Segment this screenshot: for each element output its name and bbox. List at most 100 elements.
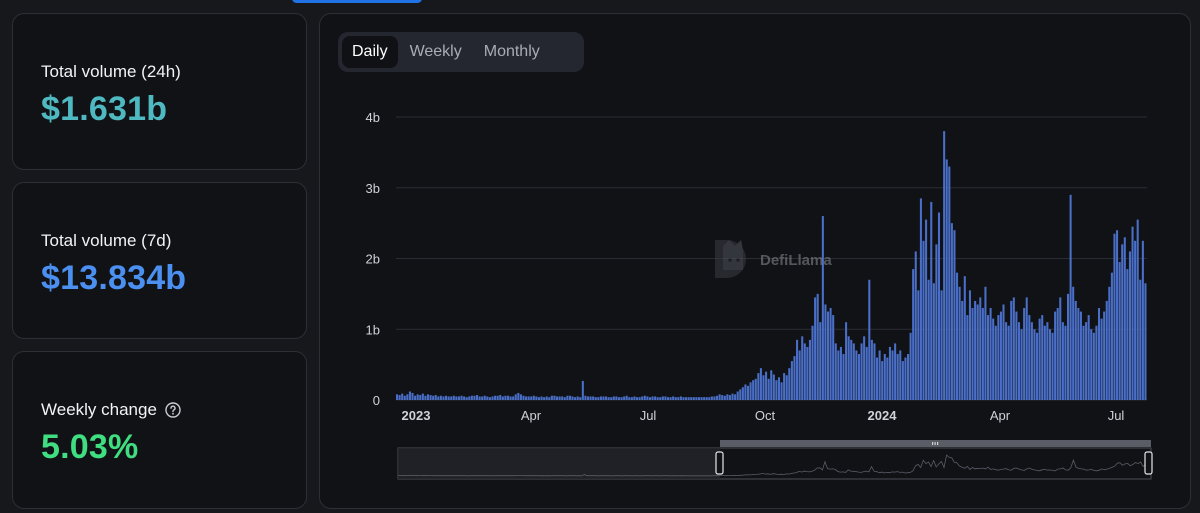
volume-bar <box>674 397 677 400</box>
volume-bar <box>424 395 427 400</box>
volume-bar <box>679 396 682 400</box>
volume-bar <box>517 392 520 400</box>
volume-bar <box>798 350 801 400</box>
volume-bar <box>1105 300 1108 400</box>
total-volume-7d-card: Total volume (7d) $13.834b <box>12 182 307 339</box>
volume-bar <box>527 396 530 400</box>
volume-bar <box>398 395 401 400</box>
volume-bar <box>881 361 884 400</box>
weekly-change-value: 5.03% <box>41 428 139 466</box>
volume-bar <box>695 397 698 400</box>
brush-unselected-area <box>398 448 720 479</box>
volume-bar <box>1048 329 1051 400</box>
volume-bar <box>535 396 538 400</box>
volume-bar <box>1103 311 1106 400</box>
volume-bar <box>888 346 891 400</box>
y-tick-label: 0 <box>373 393 380 408</box>
y-tick-label: 2b <box>366 252 380 267</box>
volume-bar <box>1020 329 1023 400</box>
volume-bar <box>602 396 605 400</box>
weekly-change-label-row: Weekly change <box>41 400 181 420</box>
volume-bar <box>1097 308 1101 400</box>
volume-bar <box>1085 322 1088 400</box>
volume-bar <box>537 397 540 400</box>
volume-bar <box>979 297 982 400</box>
volume-bar <box>1128 251 1131 400</box>
volume-bar-chart: 0 1b 2b 3b 4b 2023 Apr Jul Oct 2024 Apr Jul DefiLl… <box>366 110 1153 480</box>
x-tick-label: 2024 <box>868 408 898 423</box>
volume-bar <box>901 361 904 400</box>
volume-bar <box>736 391 739 400</box>
volume-bar <box>1043 325 1046 400</box>
volume-bar <box>878 350 881 400</box>
volume-bar <box>986 315 990 400</box>
volume-bar <box>612 396 615 400</box>
volume-bar <box>1077 308 1080 400</box>
volume-bar <box>550 395 553 400</box>
volume-bar <box>917 290 920 400</box>
volume-bar <box>770 370 773 400</box>
volume-bar <box>757 373 760 400</box>
volume-bar <box>599 396 602 400</box>
volume-bar <box>447 396 450 400</box>
volume-bar <box>553 395 556 400</box>
volume-bar <box>488 397 491 400</box>
volume-bar <box>579 397 582 400</box>
volume-bar <box>633 396 636 400</box>
volume-bar <box>442 396 445 400</box>
volume-bar <box>744 384 747 400</box>
volume-bar <box>648 397 651 400</box>
brush-handle-left[interactable] <box>715 451 724 475</box>
volume-bar <box>416 394 419 400</box>
help-icon[interactable] <box>165 402 181 418</box>
volume-bar <box>656 397 659 400</box>
volume-bar <box>739 389 742 400</box>
volume-bar <box>716 395 719 400</box>
volume-bar <box>1082 325 1085 400</box>
volume-bar <box>754 378 757 400</box>
volume-bar <box>643 395 646 400</box>
total-volume-7d-value: $13.834b <box>41 259 187 297</box>
volume-bar <box>808 339 811 400</box>
volume-bar <box>891 350 894 400</box>
volume-bar <box>615 396 618 400</box>
volume-bar <box>708 397 711 400</box>
volume-bar <box>945 159 948 400</box>
volume-bar <box>906 354 910 400</box>
volume-bar <box>638 397 641 400</box>
volume-bar <box>790 361 793 400</box>
volume-bar <box>816 293 819 401</box>
brush-grip-icon <box>932 442 939 445</box>
volume-bar <box>806 346 809 400</box>
volume-bar <box>607 397 610 400</box>
volume-bar <box>460 395 463 400</box>
volume-bar <box>1038 318 1041 400</box>
volume-bar <box>935 244 938 400</box>
volume-bar <box>496 395 499 400</box>
volume-bar <box>857 354 861 400</box>
volume-bar <box>620 397 623 400</box>
volume-bar <box>845 322 848 400</box>
volume-bar <box>788 368 791 400</box>
volume-bar <box>669 397 672 400</box>
volume-bar <box>899 350 902 400</box>
volume-bar <box>1007 325 1010 400</box>
volume-bar <box>834 343 837 400</box>
volume-bar <box>759 368 762 400</box>
total-volume-24h-value: $1.631b <box>41 90 168 128</box>
volume-bar <box>406 394 409 400</box>
range-brush[interactable] <box>397 440 1153 480</box>
volume-bar <box>659 397 662 400</box>
volume-bar <box>530 396 533 400</box>
volume-bar <box>1131 226 1134 400</box>
volume-bar <box>943 131 946 400</box>
volume-bar <box>597 397 600 400</box>
volume-bar <box>1046 322 1049 400</box>
volume-bar <box>749 382 752 400</box>
volume-bar <box>994 325 997 400</box>
brush-handle-right[interactable] <box>1144 451 1153 475</box>
volume-bar <box>455 396 458 400</box>
volume-bar <box>563 397 566 400</box>
volume-bar <box>628 397 631 400</box>
top-tab-accent[interactable] <box>292 0 422 3</box>
